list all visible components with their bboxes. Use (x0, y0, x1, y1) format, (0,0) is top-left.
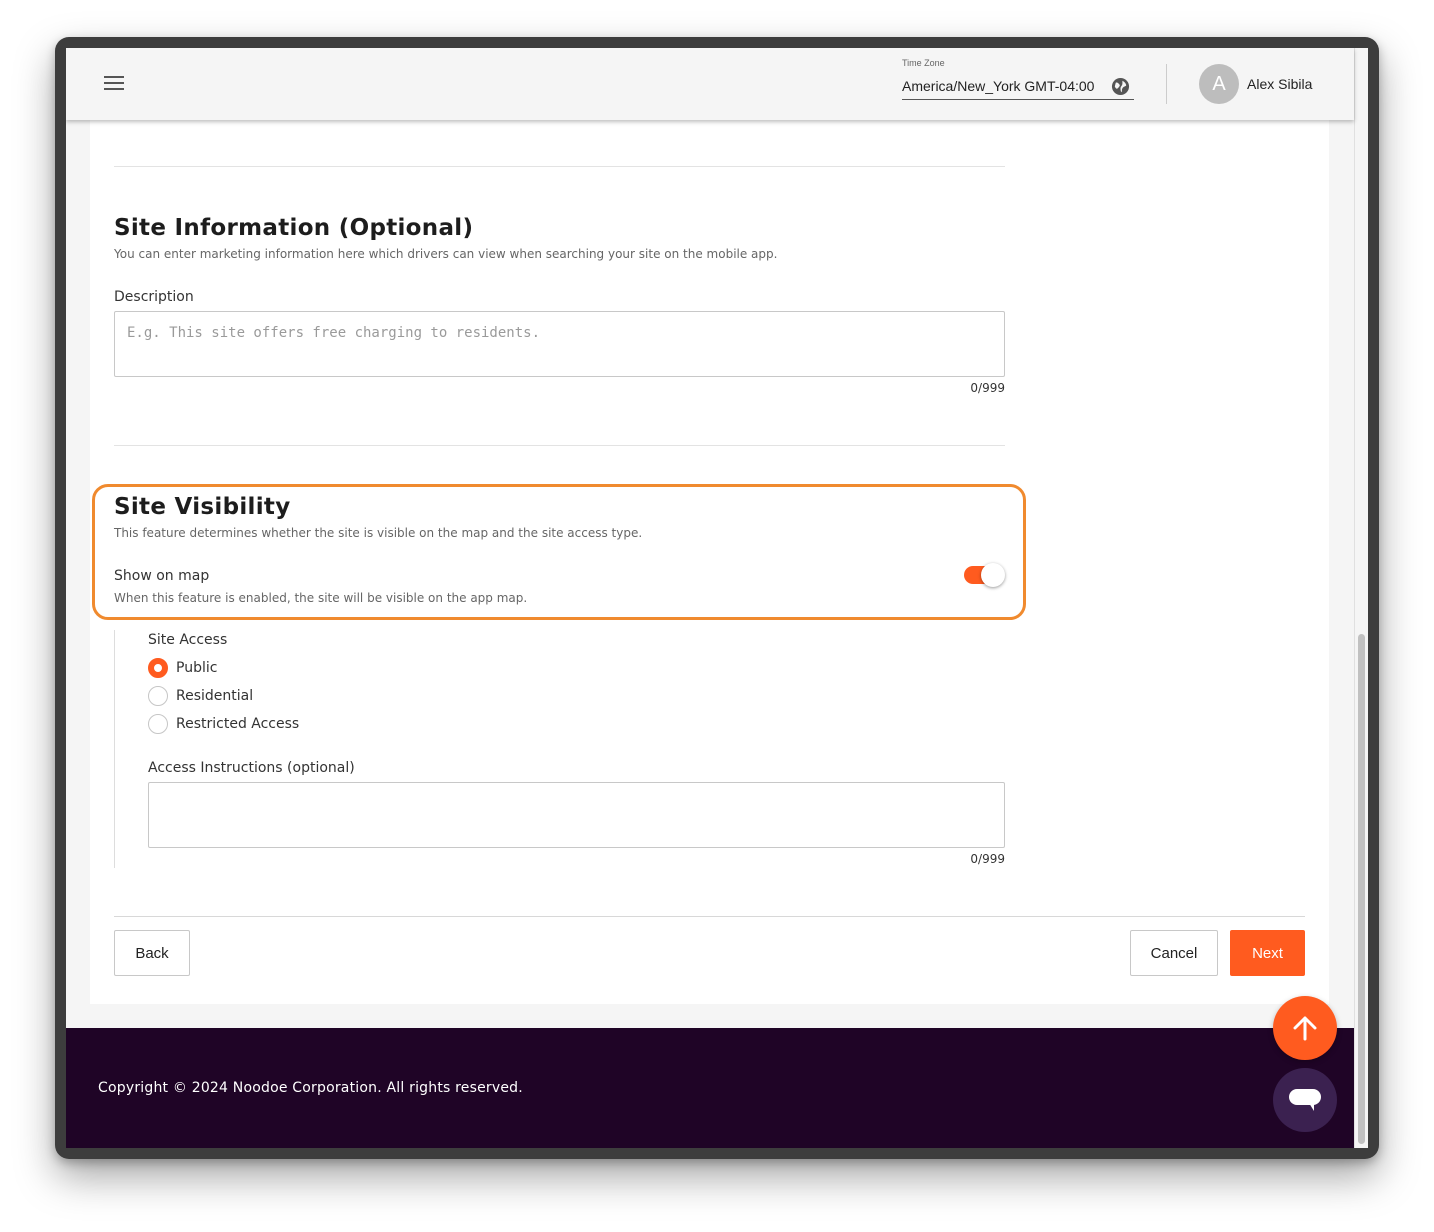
radio-button[interactable] (148, 686, 168, 706)
copyright-text: Copyright © 2024 Noodoe Corporation. All… (98, 1080, 523, 1096)
arrow-up-icon (1293, 1016, 1317, 1041)
hamburger-menu-icon[interactable] (104, 76, 124, 92)
page-footer: Copyright © 2024 Noodoe Corporation. All… (66, 1028, 1354, 1148)
description-textarea[interactable]: E.g. This site offers free charging to r… (114, 311, 1005, 377)
app-screen: Time Zone America/New_York GMT-04:00 A A… (66, 48, 1368, 1148)
site-access-option-residential[interactable]: Residential (148, 686, 253, 706)
timezone-label: Time Zone (902, 58, 945, 68)
radio-label-residential: Residential (176, 688, 254, 704)
top-bar: Time Zone America/New_York GMT-04:00 A A… (66, 48, 1354, 120)
cancel-button[interactable]: Cancel (1130, 930, 1218, 976)
radio-button[interactable] (148, 714, 168, 734)
description-label: Description (114, 289, 194, 305)
site-information-title: Site Information (Optional) (114, 215, 474, 241)
actions-divider (114, 916, 1305, 917)
show-on-map-hint: When this feature is enabled, the site w… (114, 591, 528, 605)
radio-button-checked[interactable] (148, 658, 168, 678)
site-access-option-public[interactable]: Public (148, 658, 217, 678)
scroll-to-top-button[interactable] (1273, 996, 1337, 1060)
access-instructions-counter: 0/999 (970, 852, 1005, 866)
site-information-description: You can enter marketing information here… (114, 247, 778, 261)
access-instructions-label: Access Instructions (optional) (148, 760, 355, 776)
radio-label-public: Public (176, 660, 218, 676)
timezone-select[interactable]: America/New_York GMT-04:00 (902, 76, 1134, 100)
access-instructions-textarea[interactable] (148, 782, 1005, 848)
toggle-knob (981, 563, 1005, 587)
site-access-option-restricted[interactable]: Restricted Access (148, 714, 299, 734)
timezone-value: America/New_York GMT-04:00 (902, 78, 1095, 94)
show-on-map-label: Show on map (114, 568, 210, 584)
site-visibility-description: This feature determines whether the site… (114, 526, 643, 540)
indent-line (114, 630, 115, 868)
divider (114, 445, 1005, 446)
chat-bubble-icon (1289, 1089, 1321, 1111)
header-divider (1166, 64, 1167, 104)
user-name[interactable]: Alex Sibila (1247, 76, 1312, 92)
form-card: Site Information (Optional) You can ente… (90, 120, 1329, 1004)
chat-button[interactable] (1273, 1068, 1337, 1132)
radio-label-restricted: Restricted Access (176, 716, 300, 732)
divider (114, 166, 1005, 167)
description-counter: 0/999 (970, 381, 1005, 395)
site-visibility-title: Site Visibility (114, 494, 291, 520)
avatar[interactable]: A (1199, 64, 1239, 104)
show-on-map-toggle[interactable] (964, 563, 1005, 587)
back-button[interactable]: Back (114, 930, 190, 976)
globe-icon (1111, 77, 1130, 96)
site-access-label: Site Access (148, 632, 228, 648)
scrollbar-thumb[interactable] (1358, 634, 1365, 1144)
vertical-scrollbar[interactable] (1354, 48, 1368, 1148)
next-button[interactable]: Next (1230, 930, 1305, 976)
